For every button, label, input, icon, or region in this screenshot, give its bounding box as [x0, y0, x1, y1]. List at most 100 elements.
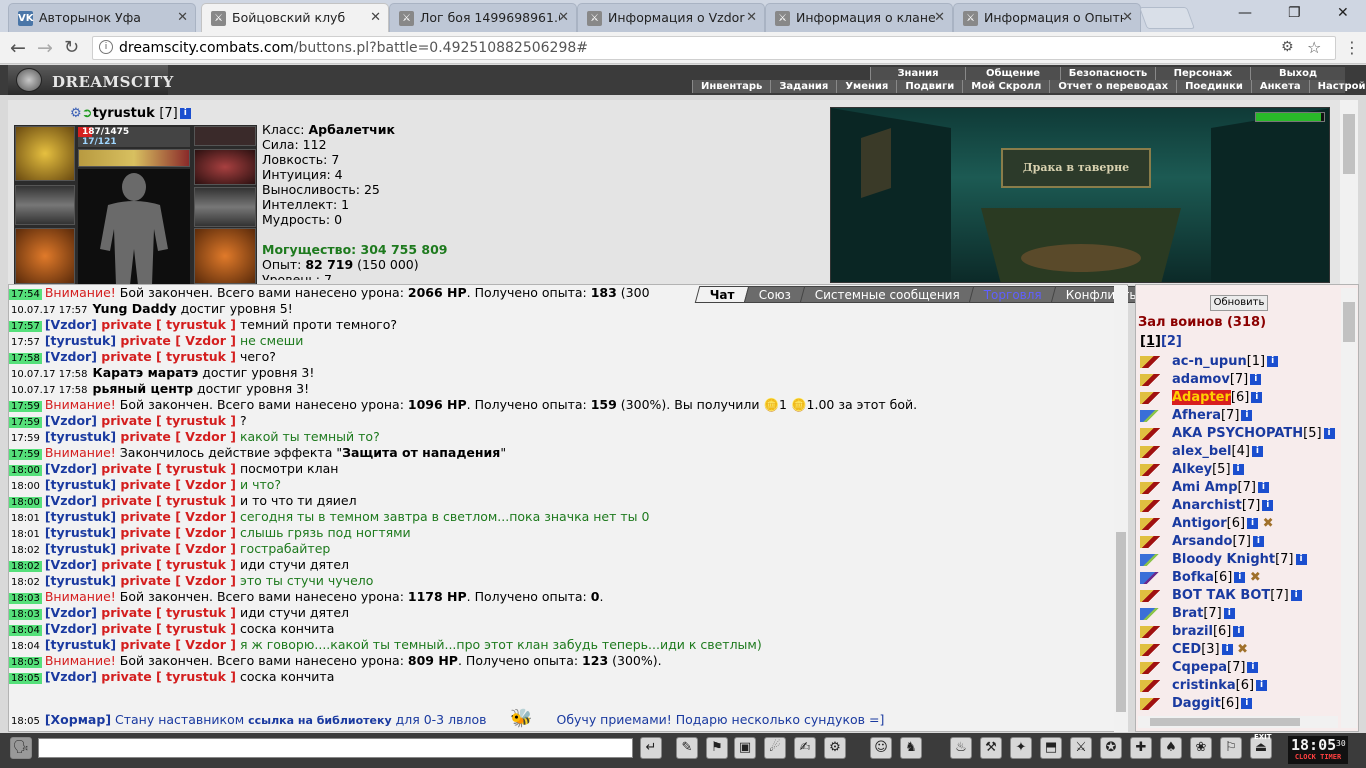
- private-message-icon[interactable]: [1140, 517, 1162, 530]
- menu-item[interactable]: Безопасность: [1060, 67, 1155, 80]
- chat-author[interactable]: [Vzdor]: [45, 621, 97, 636]
- private-message-icon[interactable]: [1140, 427, 1162, 440]
- speed-icon[interactable]: ⚙: [824, 737, 846, 759]
- menu-item[interactable]: Анкета: [1250, 80, 1309, 93]
- chat-time[interactable]: 18:05: [9, 657, 42, 668]
- cross-icon[interactable]: ✚: [1130, 737, 1152, 759]
- chat-time[interactable]: 17:57: [9, 321, 42, 332]
- enter-icon[interactable]: ↵: [640, 737, 662, 759]
- chat-tab[interactable]: Союз: [743, 286, 807, 303]
- player-info-icon[interactable]: i: [1250, 374, 1262, 385]
- chat-time[interactable]: 10.07.17 17:57: [9, 305, 90, 316]
- browser-tab[interactable]: ⚔ Информация о Vzdor ✕: [577, 3, 765, 32]
- fight-icon[interactable]: ☄: [764, 737, 786, 759]
- chat-scroll-thumb[interactable]: [1116, 532, 1126, 712]
- chat-text[interactable]: private [ tyrustuk ]: [97, 605, 236, 620]
- player-info-icon[interactable]: i: [1241, 410, 1253, 421]
- back-icon[interactable]: ←: [10, 37, 26, 59]
- pen-icon[interactable]: ✍: [794, 737, 816, 759]
- player-info-icon[interactable]: i: [1252, 536, 1264, 547]
- tab-close-icon[interactable]: ✕: [558, 10, 569, 25]
- chat-text[interactable]: private [ Vzdor ]: [116, 525, 236, 540]
- player-name[interactable]: Brat: [1172, 606, 1203, 621]
- chat-time[interactable]: 18:00: [9, 481, 42, 492]
- browser-tab[interactable]: ⚔ Лог боя 1499698961.69 ✕: [389, 3, 577, 32]
- player-info-icon[interactable]: i: [1251, 392, 1263, 403]
- private-message-icon[interactable]: [1140, 697, 1162, 710]
- menu-item[interactable]: Знания: [870, 67, 965, 80]
- chat-text[interactable]: private [ Vzdor ]: [116, 541, 236, 556]
- private-message-icon[interactable]: [1140, 607, 1162, 620]
- browser-tab[interactable]: VK Авторынок Уфа ✕: [8, 3, 196, 32]
- chat-time[interactable]: 17:59: [9, 433, 42, 444]
- menu-item[interactable]: Задания: [770, 80, 836, 93]
- chat-author[interactable]: [tyrustuk]: [45, 477, 116, 492]
- character-name[interactable]: ⚙➲tyrustuk [7] i: [70, 106, 191, 121]
- player-name[interactable]: Bofka: [1172, 570, 1214, 585]
- maximize-icon[interactable]: ❐: [1288, 5, 1301, 21]
- chat-text[interactable]: private [ Vzdor ]: [116, 637, 236, 652]
- location-scene[interactable]: Драка в таверне: [830, 107, 1330, 283]
- menu-item[interactable]: Общение: [965, 67, 1060, 80]
- menu-item[interactable]: Персонаж: [1155, 67, 1250, 80]
- menu-item[interactable]: Поединки: [1176, 80, 1251, 93]
- forward-icon[interactable]: →: [37, 37, 53, 59]
- menu-item[interactable]: Умения: [836, 80, 896, 93]
- chat-author[interactable]: [tyrustuk]: [45, 333, 116, 348]
- browser-tab[interactable]: ⚔ Информация о клане S ✕: [765, 3, 953, 32]
- reload-icon[interactable]: ↻: [64, 37, 79, 58]
- player-info-icon[interactable]: i: [1247, 518, 1259, 529]
- chat-text[interactable]: private [ tyrustuk ]: [97, 621, 236, 636]
- chat-tab[interactable]: Чат: [694, 286, 751, 303]
- sword-icon[interactable]: ⚔: [1070, 737, 1092, 759]
- chat-author[interactable]: [tyrustuk]: [45, 573, 116, 588]
- chat-time[interactable]: 17:59: [9, 417, 42, 428]
- player-info-icon[interactable]: i: [1290, 590, 1302, 601]
- player-name[interactable]: Anarchist: [1172, 498, 1242, 513]
- player-name[interactable]: Bloody Knight: [1172, 552, 1275, 567]
- player-info-icon[interactable]: i: [1232, 464, 1244, 475]
- chat-time[interactable]: 18:00: [9, 465, 42, 476]
- player-info-icon[interactable]: i: [1262, 500, 1274, 511]
- player-name[interactable]: Adapter: [1172, 390, 1231, 405]
- private-message-icon[interactable]: [1140, 391, 1162, 404]
- player-name[interactable]: Afhera: [1172, 408, 1221, 423]
- bag-icon[interactable]: ✦: [1010, 737, 1032, 759]
- player-info-icon[interactable]: i: [1241, 698, 1253, 709]
- menu-item[interactable]: Подвиги: [896, 80, 962, 93]
- player-info-icon[interactable]: i: [1247, 662, 1259, 673]
- chat-author[interactable]: [Vzdor]: [45, 461, 97, 476]
- chat-text[interactable]: private [ tyrustuk ]: [97, 669, 236, 684]
- paw-icon[interactable]: ❀: [1190, 737, 1212, 759]
- menu-item[interactable]: Отчет о переводах: [1049, 80, 1176, 93]
- flag-icon[interactable]: ⚐: [1220, 737, 1242, 759]
- chat-author[interactable]: [Vzdor]: [45, 349, 97, 364]
- chat-author[interactable]: [tyrustuk]: [45, 429, 116, 444]
- chat-time[interactable]: 18:04: [9, 641, 42, 652]
- exit-label[interactable]: EXIT: [1254, 733, 1272, 741]
- chat-time[interactable]: 18:02: [9, 561, 42, 572]
- extension-icon[interactable]: ⚙: [1281, 39, 1294, 55]
- save-icon[interactable]: ▣: [734, 737, 756, 759]
- players-hscrollbar[interactable]: [1138, 716, 1338, 728]
- hammer-icon[interactable]: ⚒: [980, 737, 1002, 759]
- chat-time[interactable]: 17:54: [9, 289, 42, 300]
- page-links[interactable]: [1][2]: [1140, 334, 1182, 349]
- player-name[interactable]: adamov: [1172, 372, 1230, 387]
- private-message-icon[interactable]: [1140, 481, 1162, 494]
- speaker-icon[interactable]: 🗣: [10, 737, 32, 759]
- player-info-icon[interactable]: i: [1256, 680, 1268, 691]
- browser-tab[interactable]: ⚔ Информация о Опытн ✕: [953, 3, 1141, 32]
- browser-tab[interactable]: ⚔ Бойцовский клуб ✕: [201, 3, 389, 33]
- chat-author[interactable]: [Vzdor]: [45, 493, 97, 508]
- chat-author[interactable]: [Хормар]: [45, 712, 111, 727]
- chat-time[interactable]: 17:59: [9, 401, 42, 412]
- private-message-icon[interactable]: [1140, 661, 1162, 674]
- chest-icon[interactable]: ⬒: [1040, 737, 1062, 759]
- bookmark-star-icon[interactable]: ☆: [1307, 38, 1321, 57]
- chat-text[interactable]: private [ Vzdor ]: [116, 509, 236, 524]
- chat-author[interactable]: [Vzdor]: [45, 317, 97, 332]
- armor-icon[interactable]: ✪: [1100, 737, 1122, 759]
- helmet-slot[interactable]: [15, 126, 75, 181]
- chat-time[interactable]: 18:05: [9, 673, 42, 684]
